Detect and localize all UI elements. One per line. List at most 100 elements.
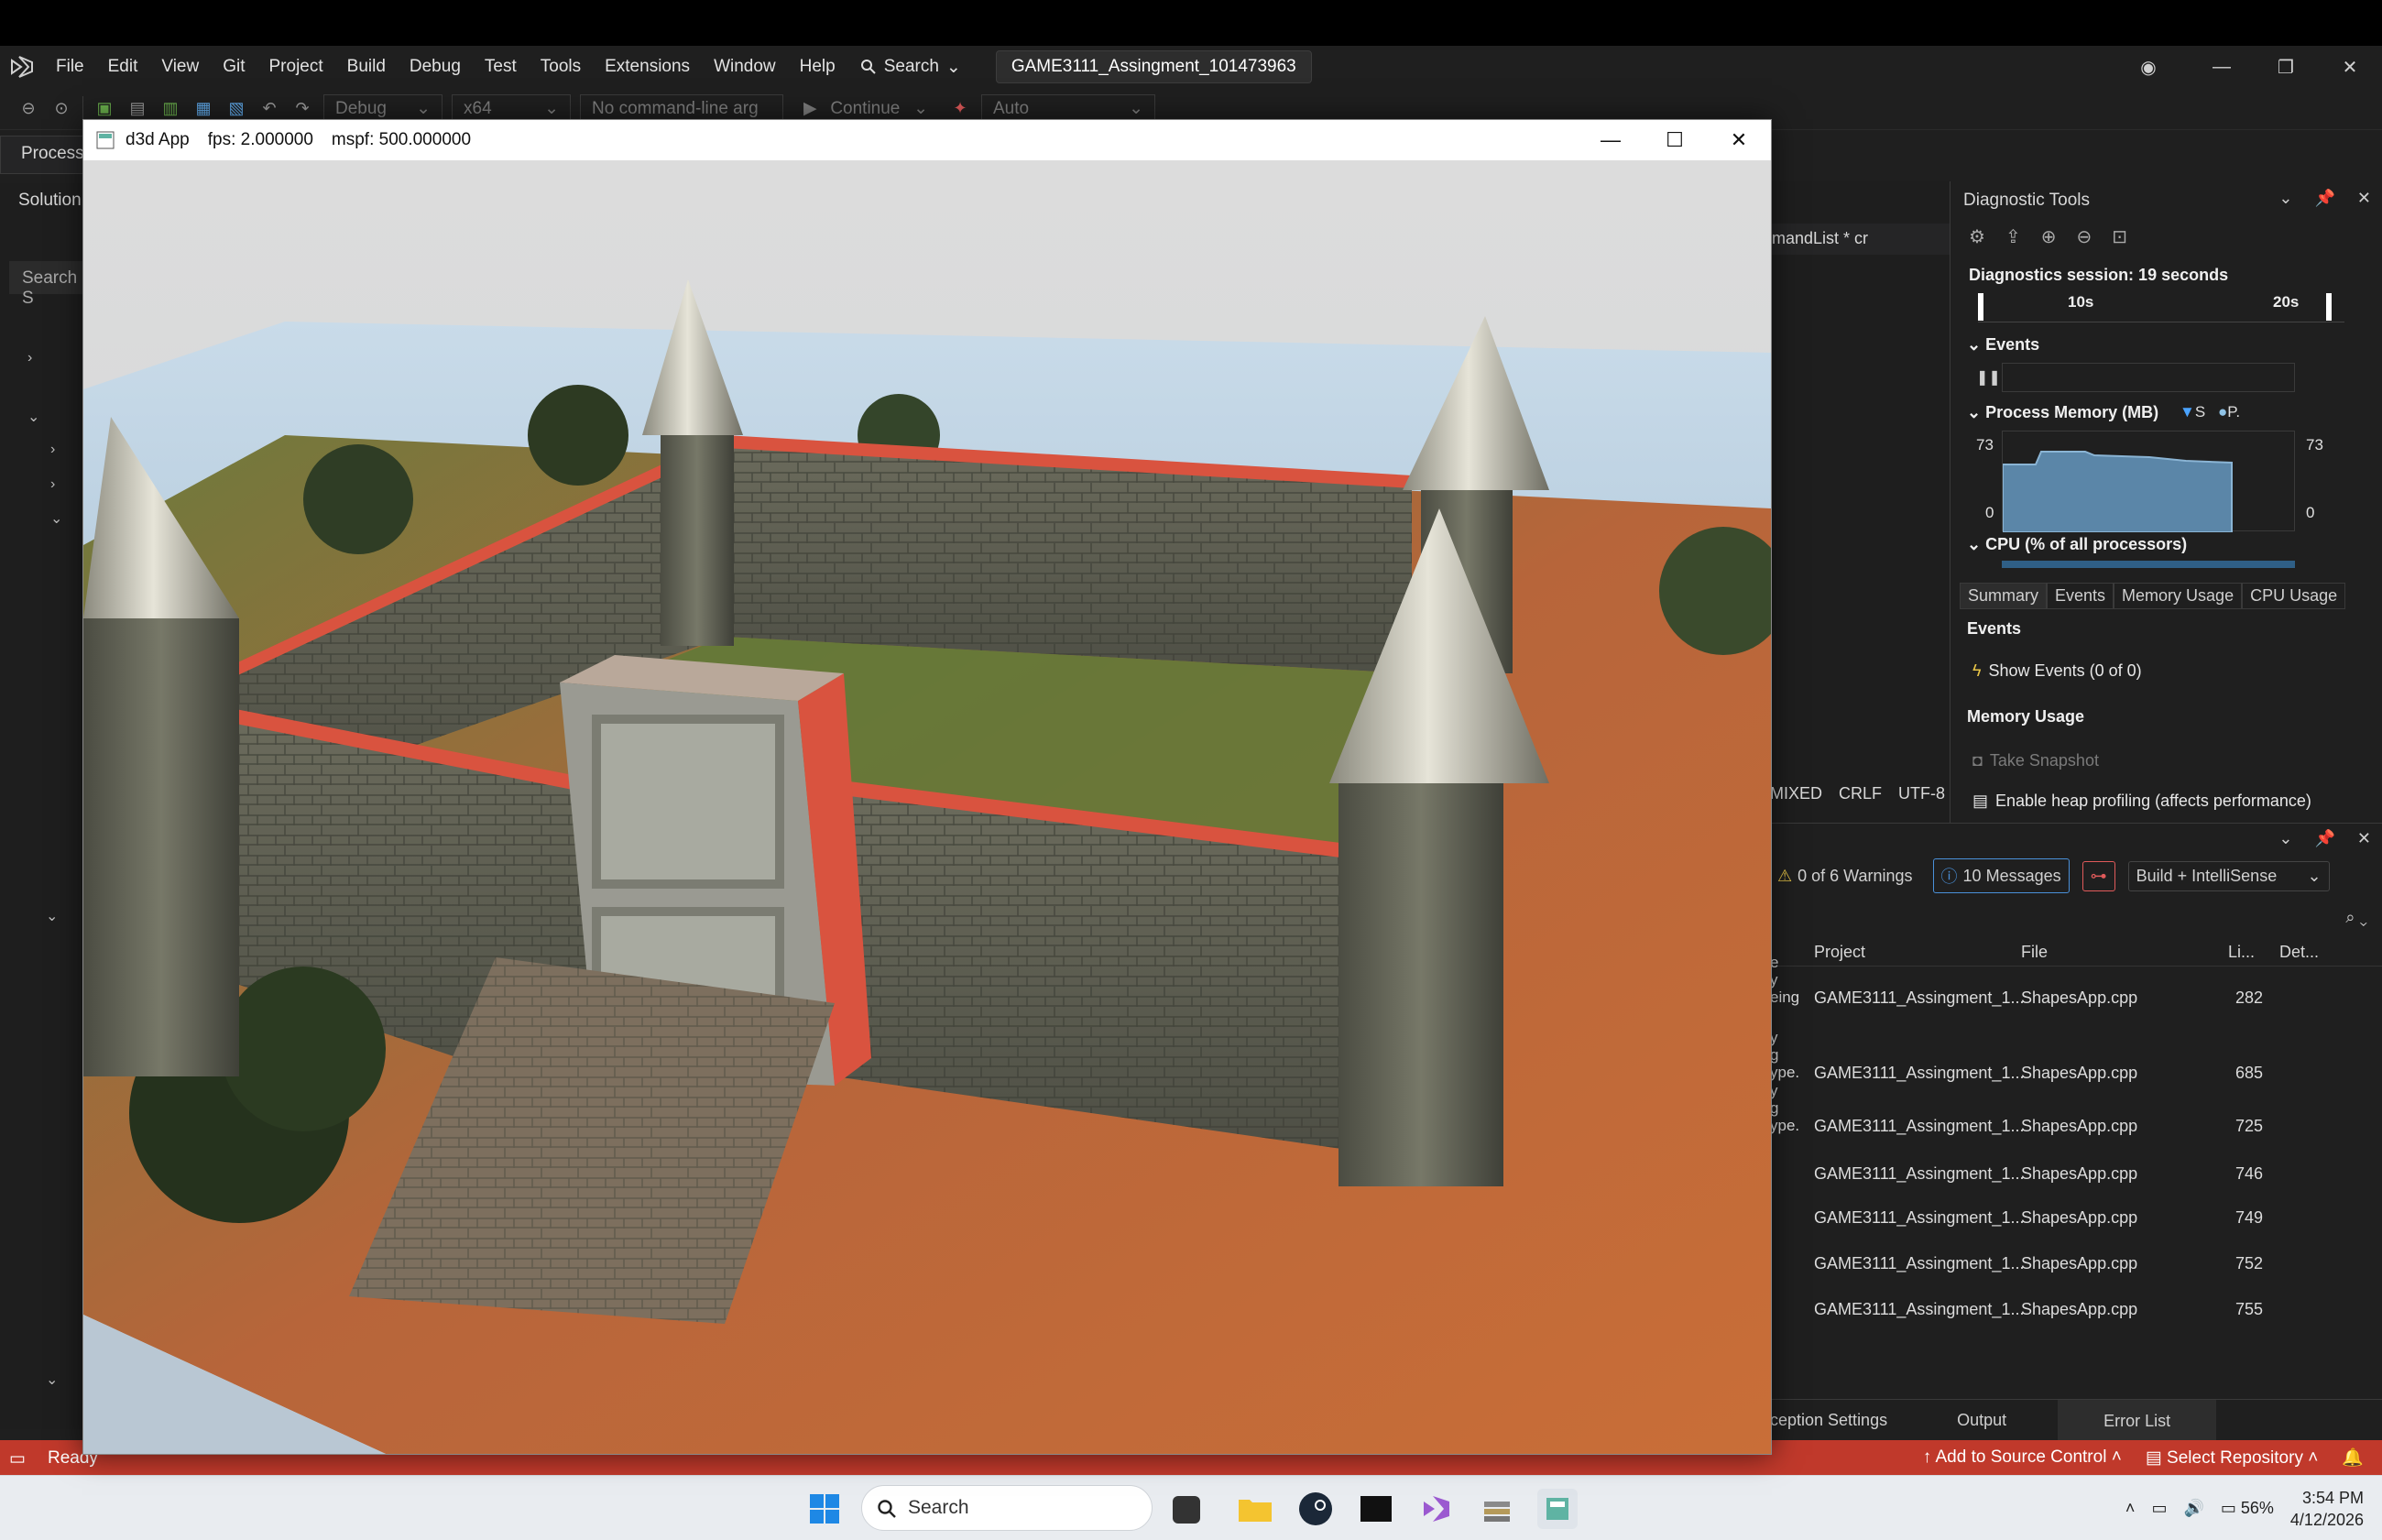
table-row[interactable]: GAME3111_Assingment_1... ShapesApp.cpp 749 (1770, 1208, 2382, 1252)
start-windows-icon[interactable] (804, 1489, 845, 1529)
export-icon[interactable]: ⇪ (2005, 225, 2021, 248)
menu-git[interactable]: Git (211, 46, 257, 88)
restore-icon[interactable]: ❐ (2254, 56, 2318, 79)
new-project-icon[interactable]: ▣ (93, 97, 116, 121)
session-timeline[interactable]: 10s 20s (1978, 291, 2344, 322)
tab-exception-settings[interactable]: ception Settings (1770, 1411, 1906, 1430)
tab-output[interactable]: Output (1906, 1411, 2058, 1430)
close-icon[interactable]: ✕ (2357, 189, 2371, 208)
forward-icon[interactable]: ⊙ (49, 97, 73, 121)
zoom-out-icon[interactable]: ⊖ (2076, 225, 2092, 248)
zoom-in-icon[interactable]: ⊕ (2041, 225, 2057, 248)
tree-collapse-icon[interactable]: ⌄ (50, 509, 62, 528)
tree-expand-icon[interactable]: › (50, 442, 55, 458)
events-section-header[interactable]: ⌄ Events (1967, 335, 2039, 355)
visual-studio-logo-icon[interactable] (0, 46, 44, 88)
table-row[interactable]: y g ype. GAME3111_Assingment_1... ShapesApp.… (1770, 1082, 2382, 1161)
tree-collapse-icon[interactable]: ⌄ (46, 907, 58, 925)
search-icon[interactable]: ⌕ ⌄ (2345, 908, 2367, 927)
table-row[interactable]: e y eing GAME3111_Assingment_1... ShapesApp.… (1770, 954, 2382, 1032)
messages-filter[interactable]: ⓘ 10 Messages (1932, 858, 2070, 893)
col-file[interactable]: File (2021, 943, 2048, 962)
account-avatar-icon[interactable]: ◉ (2107, 56, 2190, 79)
taskbar-search[interactable]: Search (861, 1485, 1153, 1531)
scope-select[interactable]: Build + IntelliSense ⌄ (2127, 860, 2330, 891)
tray-overflow-chevron-icon[interactable]: ˄ (2125, 1499, 2136, 1518)
minimize-icon[interactable]: — (2190, 57, 2254, 78)
line-ending-crlf[interactable]: CRLF (1839, 784, 1882, 803)
redo-icon[interactable]: ↷ (290, 97, 314, 121)
menu-extensions[interactable]: Extensions (593, 46, 702, 88)
tab-memory-usage[interactable]: Memory Usage (2114, 583, 2243, 609)
tree-collapse-icon[interactable]: ⌄ (46, 1371, 58, 1389)
tree-expand-icon[interactable]: › (50, 476, 55, 493)
save-all-icon[interactable]: ▧ (224, 97, 248, 121)
back-icon[interactable]: ⊖ (16, 97, 40, 121)
tree-collapse-icon[interactable]: ⌄ (27, 408, 39, 426)
menu-window[interactable]: Window (702, 46, 788, 88)
d3d-app-taskbar-icon[interactable] (1537, 1489, 1578, 1529)
maximize-icon[interactable]: ☐ (1643, 120, 1707, 160)
dropdown-icon[interactable]: ⌄ (2278, 829, 2292, 848)
process-memory-chart[interactable] (2002, 431, 2295, 532)
solution-search-input[interactable]: Search S (9, 261, 87, 308)
timeline-handle-right[interactable] (2326, 293, 2332, 321)
tab-events[interactable]: Events (2047, 583, 2114, 609)
table-row[interactable]: y g ype. GAME3111_Assingment_1... ShapesApp.… (1770, 1029, 2382, 1108)
line-ending-mixed[interactable]: MIXED (1770, 784, 1822, 803)
close-icon[interactable]: ✕ (2318, 56, 2382, 79)
new-file-icon[interactable]: ▤ (126, 97, 149, 121)
menu-edit[interactable]: Edit (96, 46, 150, 88)
warnings-filter[interactable]: ⚠ 0 of 6 Warnings (1770, 862, 1920, 890)
menu-help[interactable]: Help (788, 46, 847, 88)
hot-reload-icon[interactable]: ✦ (948, 97, 972, 121)
tab-cpu-usage[interactable]: CPU Usage (2242, 583, 2346, 609)
col-line[interactable]: Li... (2228, 943, 2255, 962)
add-to-source-control-button[interactable]: ↑ Add to Source Control ˄ (1923, 1447, 2122, 1468)
dropdown-icon[interactable]: ⌄ (2278, 189, 2292, 208)
table-row[interactable]: GAME3111_Assingment_1... ShapesApp.cpp 755 (1770, 1300, 2382, 1344)
battery-indicator[interactable]: ▭ 56% (2221, 1499, 2274, 1518)
editor-tab[interactable]: mandList * cr (1770, 224, 1950, 255)
filter-toggle-button[interactable]: ⊶ (2082, 860, 2115, 891)
encoding-utf8[interactable]: UTF-8 (1898, 784, 1945, 803)
file-explorer-icon[interactable] (1235, 1489, 1275, 1529)
tree-expand-icon[interactable]: › (27, 350, 32, 366)
menu-tools[interactable]: Tools (529, 46, 593, 88)
save-icon[interactable]: ▦ (191, 97, 215, 121)
col-project[interactable]: Project (1814, 943, 1865, 962)
task-view-icon[interactable] (1173, 1496, 1200, 1524)
clock[interactable]: 3:54 PM 4/12/2026 (2290, 1487, 2364, 1531)
undo-icon[interactable]: ↶ (257, 97, 281, 121)
close-icon[interactable]: ✕ (2357, 829, 2371, 848)
menu-build[interactable]: Build (335, 46, 398, 88)
pin-icon[interactable]: 📌 (2314, 189, 2334, 208)
menu-view[interactable]: View (149, 46, 211, 88)
d3d-render-viewport[interactable] (83, 160, 1771, 1454)
notifications-bell-icon[interactable]: 🔔 (2342, 1447, 2364, 1469)
menu-file[interactable]: File (44, 46, 96, 88)
books-app-icon[interactable] (1477, 1489, 1517, 1529)
terminal-icon[interactable] (1356, 1489, 1396, 1529)
open-icon[interactable]: ▥ (158, 97, 182, 121)
tab-error-list[interactable]: Error List (2058, 1399, 2217, 1442)
minimize-icon[interactable]: — (1579, 120, 1643, 160)
take-snapshot-button[interactable]: ◘ Take Snapshot (1972, 751, 2099, 770)
table-row[interactable]: GAME3111_Assingment_1... ShapesApp.cpp 752 (1770, 1254, 2382, 1298)
network-icon[interactable]: ▭ (2151, 1499, 2167, 1518)
cpu-section-header[interactable]: ⌄ CPU (% of all processors) (1967, 535, 2187, 554)
pin-icon[interactable]: 📌 (2314, 829, 2334, 848)
settings-gear-icon[interactable]: ⚙ (1969, 225, 1985, 248)
show-events-link[interactable]: ϟ Show Events (0 of 0) (1972, 661, 2142, 681)
close-icon[interactable]: ✕ (1707, 120, 1771, 160)
menu-project[interactable]: Project (257, 46, 335, 88)
col-details[interactable]: Det... (2279, 943, 2319, 962)
visual-studio-taskbar-icon[interactable] (1416, 1489, 1457, 1529)
heap-profiling-toggle[interactable]: ▤ Enable heap profiling (affects performa… (1972, 792, 2311, 811)
select-repository-button[interactable]: ▤ Select Repository ˄ (2146, 1447, 2319, 1469)
table-row[interactable]: GAME3111_Assingment_1... ShapesApp.cpp 746 (1770, 1164, 2382, 1208)
volume-icon[interactable]: 🔊 (2183, 1499, 2203, 1518)
reset-zoom-icon[interactable]: ⊡ (2112, 225, 2127, 248)
menu-test[interactable]: Test (473, 46, 529, 88)
steam-icon[interactable] (1295, 1489, 1336, 1529)
